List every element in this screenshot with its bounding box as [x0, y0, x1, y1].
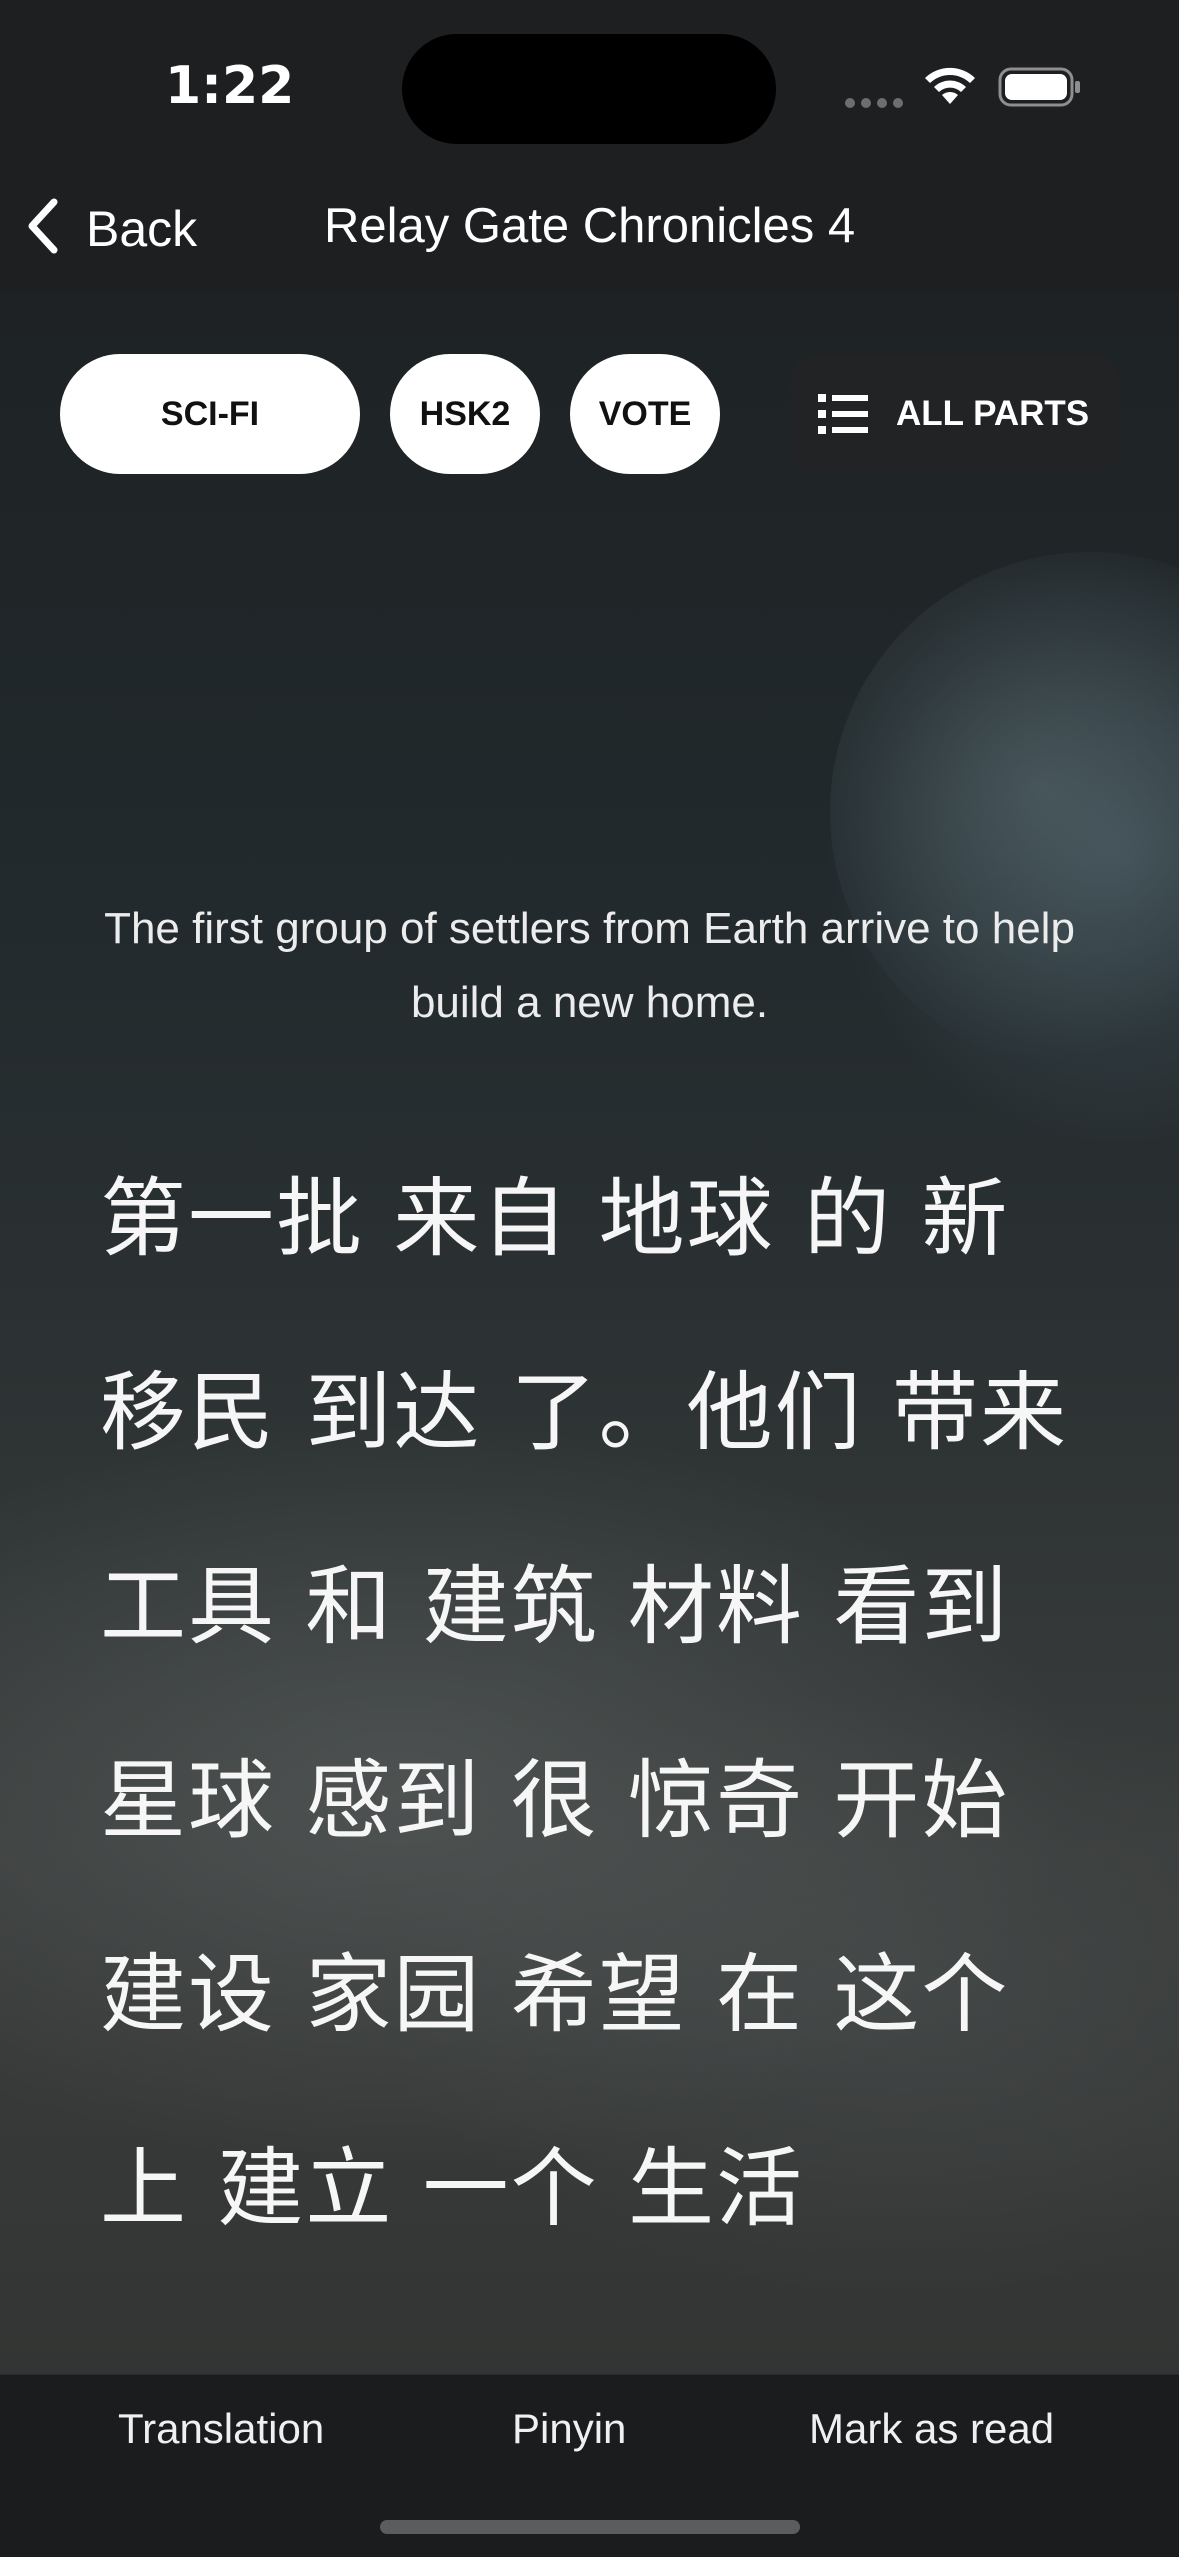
status-bar: 1:22 — [0, 0, 1179, 170]
tag-chips: SCI-FI HSK2 VOTE — [60, 354, 750, 474]
chevron-left-icon — [24, 196, 64, 261]
story-line[interactable]: 星球 感到 很 惊奇 开始 — [100, 1704, 1110, 1898]
story-content: SCI-FI HSK2 VOTE ALL PARTS The first gro… — [0, 292, 1179, 2374]
story-text: 第一批 来自 地球 的 新 移民 到达 了。他们 带来 工具 和 建筑 材料 看… — [100, 1122, 1110, 2286]
pinyin-button[interactable]: Pinyin — [512, 2405, 626, 2453]
status-time: 1:22 — [165, 56, 295, 116]
story-line[interactable]: 移民 到达 了。他们 带来 — [100, 1316, 1110, 1510]
home-indicator — [380, 2520, 800, 2534]
translation-button[interactable]: Translation — [118, 2405, 324, 2453]
navigation-bar: Back Relay Gate Chronicles 4 — [0, 170, 1179, 293]
dynamic-island — [402, 34, 776, 144]
all-parts-button[interactable]: ALL PARTS — [790, 354, 1120, 474]
story-line[interactable]: 上 建立 一个 生活 — [100, 2092, 1110, 2286]
battery-icon — [998, 66, 1082, 113]
page-title: Relay Gate Chronicles 4 — [324, 199, 856, 253]
mark-as-read-button[interactable]: Mark as read — [809, 2405, 1054, 2453]
story-line[interactable]: 建设 家园 希望 在 这个 — [100, 1898, 1110, 2092]
genre-chip[interactable]: SCI-FI — [60, 354, 360, 474]
story-summary: The first group of settlers from Earth a… — [104, 904, 1075, 1027]
level-chip[interactable]: HSK2 — [390, 354, 540, 474]
story-line[interactable]: 工具 和 建筑 材料 看到 — [100, 1510, 1110, 1704]
all-parts-label: ALL PARTS — [896, 394, 1090, 433]
vote-chip[interactable]: VOTE — [570, 354, 720, 474]
story-line[interactable]: 第一批 来自 地球 的 新 — [100, 1122, 1110, 1316]
cellular-signal-icon — [845, 95, 909, 113]
back-label: Back — [86, 200, 198, 257]
back-button[interactable]: Back — [24, 196, 197, 261]
list-icon — [818, 392, 870, 436]
wifi-icon — [922, 64, 978, 111]
